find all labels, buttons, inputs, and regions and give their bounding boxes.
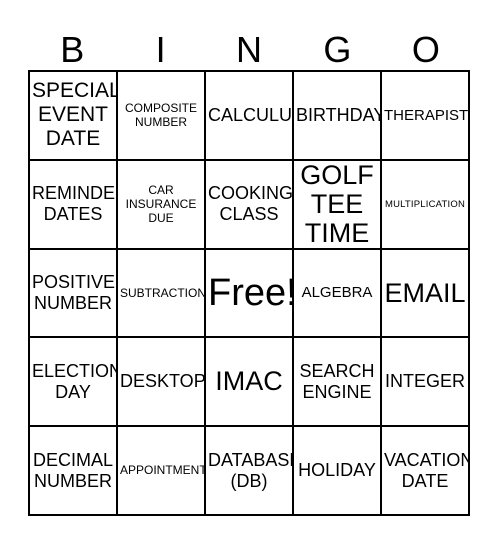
bingo-cell[interactable]: COMPOSITE NUMBER [118, 72, 206, 161]
bingo-cell-label: DATABASE (DB) [208, 449, 294, 491]
bingo-cell[interactable]: HOLIDAY [294, 427, 382, 516]
bingo-cell[interactable]: DESKTOP [118, 338, 206, 428]
bingo-cell[interactable]: POSITIVE NUMBER [30, 249, 118, 339]
bingo-cell[interactable]: COOKING CLASS [206, 160, 294, 250]
bingo-cell-label: VACATION DATE [384, 449, 470, 491]
bingo-grid: SPECIAL EVENT DATE COMPOSITE NUMBER CALC… [28, 70, 470, 516]
bingo-cell-label: EMAIL [384, 277, 466, 308]
bingo-cell-label: SEARCH ENGINE [299, 360, 375, 402]
bingo-cell-label: BIRTHDAY [296, 104, 382, 125]
bingo-cell[interactable]: VACATION DATE [382, 427, 470, 516]
bingo-cell[interactable]: EMAIL [382, 249, 470, 339]
bingo-cell[interactable]: DECIMAL NUMBER [30, 427, 118, 516]
bingo-cell[interactable]: ALGEBRA [294, 249, 382, 339]
bingo-cell-label: COMPOSITE NUMBER [124, 101, 197, 130]
header-letter-n: N [236, 29, 263, 70]
bingo-free-label: Free! [208, 271, 294, 314]
bingo-cell-label: APPOINTMENT [120, 463, 206, 478]
bingo-cell[interactable]: CALCULUS [206, 72, 294, 161]
bingo-cell-label: SPECIAL EVENT DATE [32, 79, 118, 151]
bingo-cell-label: GOLF TEE TIME [300, 160, 374, 248]
bingo-cell[interactable]: SPECIAL EVENT DATE [30, 72, 118, 161]
bingo-cell-label: THERAPIST [384, 106, 469, 124]
bingo-cell-label: INTEGER [384, 371, 465, 392]
bingo-cell[interactable]: CAR INSURANCE DUE [118, 160, 206, 250]
bingo-cell-label: COOKING CLASS [208, 183, 294, 225]
bingo-cell[interactable]: THERAPIST [382, 72, 470, 161]
bingo-cell[interactable]: GOLF TEE TIME [294, 160, 382, 250]
bingo-cell-label: REMINDER DATES [32, 183, 116, 225]
bingo-cell[interactable]: MULTIPLICATION [382, 160, 470, 250]
bingo-cell-label: ALGEBRA [301, 284, 373, 302]
bingo-cell-label: HOLIDAY [298, 460, 376, 481]
bingo-cell-label: IMAC [215, 366, 283, 397]
bingo-cell-label: DECIMAL NUMBER [32, 449, 113, 491]
bingo-cell-label: DESKTOP [120, 371, 206, 392]
bingo-cell-label: POSITIVE NUMBER [32, 272, 116, 313]
bingo-card: B I N G O SPECIAL EVENT DATE COMPOSITE N… [0, 0, 500, 544]
header-letter-o: O [411, 29, 440, 70]
bingo-header: B I N G O [28, 18, 470, 70]
bingo-cell-label: CALCULUS [208, 104, 293, 125]
bingo-cell-label: MULTIPLICATION [384, 198, 466, 210]
bingo-cell[interactable]: INTEGER [382, 338, 470, 428]
bingo-cell[interactable]: SEARCH ENGINE [294, 338, 382, 428]
bingo-cell-label: ELECTION DAY [32, 360, 118, 402]
bingo-cell-label: SUBTRACTION [120, 285, 206, 300]
bingo-cell[interactable]: DATABASE (DB) [206, 427, 294, 516]
bingo-cell[interactable]: REMINDER DATES [30, 160, 118, 250]
bingo-cell[interactable]: ELECTION DAY [30, 338, 118, 428]
bingo-cell[interactable]: IMAC [206, 338, 294, 428]
header-letter-i: I [155, 29, 166, 70]
header-letter-b: B [60, 29, 85, 70]
bingo-cell[interactable]: SUBTRACTION [118, 249, 206, 339]
bingo-cell-label: CAR INSURANCE DUE [125, 182, 197, 226]
bingo-cell[interactable]: APPOINTMENT [118, 427, 206, 516]
bingo-cell-free[interactable]: Free! [206, 249, 294, 339]
bingo-cell[interactable]: BIRTHDAY [294, 72, 382, 161]
header-letter-g: G [323, 29, 352, 70]
